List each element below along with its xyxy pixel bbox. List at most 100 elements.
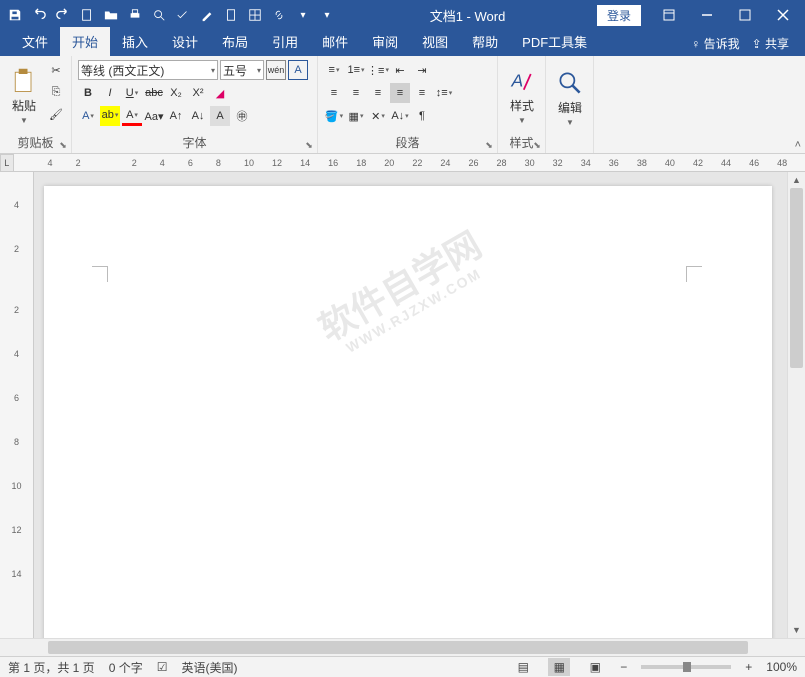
font-name-combo[interactable]: 等线 (西文正文)	[78, 60, 218, 80]
table-icon[interactable]	[244, 4, 266, 26]
status-language[interactable]: 英语(美国)	[181, 659, 237, 676]
tab-view[interactable]: 视图	[410, 27, 460, 56]
tab-mailings[interactable]: 邮件	[310, 27, 360, 56]
open-icon[interactable]	[100, 4, 122, 26]
shrink-font-icon[interactable]: A↓	[188, 106, 208, 126]
subscript-button[interactable]: X₂	[166, 83, 186, 103]
cut-icon[interactable]: ✂	[46, 60, 66, 80]
multilevel-icon[interactable]: ⋮≡	[368, 60, 388, 80]
status-page[interactable]: 第 1 页，共 1 页	[8, 659, 95, 676]
preview-icon[interactable]	[148, 4, 170, 26]
justify-icon[interactable]: ≡	[390, 83, 410, 103]
borders-icon[interactable]: ▦	[346, 106, 366, 126]
scroll-thumb-v[interactable]	[790, 188, 803, 368]
share-button[interactable]: ⇪ 共享	[752, 35, 789, 52]
text-effects-icon[interactable]: A	[78, 106, 98, 126]
print-icon[interactable]	[124, 4, 146, 26]
minimize-icon[interactable]	[689, 1, 725, 29]
paragraph-launcher-icon[interactable]: ⬊	[483, 139, 495, 151]
touch-icon[interactable]	[220, 4, 242, 26]
tab-layout[interactable]: 布局	[210, 27, 260, 56]
zoom-in-button[interactable]: +	[745, 660, 752, 674]
paste-button[interactable]: 粘贴 ▼	[6, 60, 42, 132]
font-size-combo[interactable]: 五号	[220, 60, 264, 80]
ribbon-display-icon[interactable]	[651, 1, 687, 29]
sort-icon[interactable]: A↓	[390, 106, 410, 126]
align-left-icon[interactable]: ≡	[324, 83, 344, 103]
scrollbar-vertical[interactable]: ▲ ▼	[787, 172, 805, 638]
tab-home[interactable]: 开始	[60, 27, 110, 56]
zoom-knob[interactable]	[683, 662, 691, 672]
align-right-icon[interactable]: ≡	[368, 83, 388, 103]
styles-button[interactable]: A 样式 ▼	[504, 60, 540, 132]
clipboard-launcher-icon[interactable]: ⬊	[57, 139, 69, 151]
copy-icon[interactable]: ⎘	[46, 82, 66, 102]
grow-font-icon[interactable]: A↑	[166, 106, 186, 126]
distribute-icon[interactable]: ≡	[412, 83, 432, 103]
view-web-icon[interactable]: ▣	[584, 658, 606, 676]
zoom-level[interactable]: 100%	[766, 660, 797, 674]
ruler-vertical[interactable]: 422468101214	[0, 172, 34, 638]
qat-customize-icon[interactable]: ▾	[316, 4, 338, 26]
qat-more-icon[interactable]: ▾	[292, 4, 314, 26]
view-print-icon[interactable]: ▦	[548, 658, 570, 676]
increase-indent-icon[interactable]: ⇥	[412, 60, 432, 80]
editing-button[interactable]: 编辑 ▼	[552, 60, 588, 135]
status-words[interactable]: 0 个字	[109, 659, 143, 676]
superscript-button[interactable]: X²	[188, 83, 208, 103]
ink-icon[interactable]	[196, 4, 218, 26]
zoom-out-button[interactable]: −	[620, 660, 627, 674]
maximize-icon[interactable]	[727, 1, 763, 29]
show-marks-icon[interactable]: ¶	[412, 106, 432, 126]
font-launcher-icon[interactable]: ⬊	[303, 139, 315, 151]
format-painter-icon[interactable]: 🖌	[46, 104, 66, 124]
font-color-icon[interactable]: A	[122, 106, 142, 126]
scrollbar-horizontal[interactable]	[34, 639, 787, 656]
phonetic-guide-icon[interactable]: wén	[266, 60, 286, 80]
status-proofing-icon[interactable]: ☑	[157, 660, 168, 674]
ruler-horizontal[interactable]: 4224681012141618202224262830323436384042…	[14, 154, 805, 172]
highlight-icon[interactable]: ab	[100, 106, 120, 126]
tellme-button[interactable]: ♀ 告诉我	[691, 35, 739, 52]
page[interactable]: 软件自学网 WWW.RJZXW.COM	[44, 186, 772, 638]
collapse-ribbon-icon[interactable]: ˄	[795, 139, 801, 151]
decrease-indent-icon[interactable]: ⇤	[390, 60, 410, 80]
scroll-up-icon[interactable]: ▲	[788, 172, 805, 188]
link-icon[interactable]	[268, 4, 290, 26]
styles-launcher-icon[interactable]: ⬊	[531, 139, 543, 151]
spellcheck-icon[interactable]	[172, 4, 194, 26]
clear-format-icon[interactable]: ◢	[210, 83, 230, 103]
bold-button[interactable]: B	[78, 83, 98, 103]
undo-icon[interactable]	[28, 4, 50, 26]
bullets-icon[interactable]: ≡	[324, 60, 344, 80]
underline-button[interactable]: U	[122, 83, 142, 103]
enclose-char-icon[interactable]: ㊥	[232, 106, 252, 126]
tab-help[interactable]: 帮助	[460, 27, 510, 56]
redo-icon[interactable]	[52, 4, 74, 26]
italic-button[interactable]: I	[100, 83, 120, 103]
line-spacing-icon[interactable]: ↕≡	[434, 83, 454, 103]
char-shading-icon[interactable]: A	[210, 106, 230, 126]
char-border-icon[interactable]: A	[288, 60, 308, 80]
strikethrough-button[interactable]: abc	[144, 83, 164, 103]
new-doc-icon[interactable]	[76, 4, 98, 26]
shading-icon[interactable]: 🪣	[324, 106, 344, 126]
tab-review[interactable]: 审阅	[360, 27, 410, 56]
scroll-thumb-h[interactable]	[48, 641, 748, 654]
tab-references[interactable]: 引用	[260, 27, 310, 56]
zoom-slider[interactable]	[641, 665, 731, 669]
change-case-icon[interactable]: Aa▾	[144, 106, 164, 126]
save-icon[interactable]	[4, 4, 26, 26]
tab-design[interactable]: 设计	[160, 27, 210, 56]
document-canvas[interactable]: 软件自学网 WWW.RJZXW.COM	[34, 172, 787, 638]
align-center-icon[interactable]: ≡	[346, 83, 366, 103]
asian-layout-icon[interactable]: ✕	[368, 106, 388, 126]
tab-pdftools[interactable]: PDF工具集	[510, 27, 599, 56]
numbering-icon[interactable]: 1≡	[346, 60, 366, 80]
view-read-icon[interactable]: ▤	[512, 658, 534, 676]
close-icon[interactable]	[765, 1, 801, 29]
login-button[interactable]: 登录	[597, 5, 641, 26]
tab-insert[interactable]: 插入	[110, 27, 160, 56]
tab-file[interactable]: 文件	[10, 27, 60, 56]
scroll-down-icon[interactable]: ▼	[788, 622, 805, 638]
